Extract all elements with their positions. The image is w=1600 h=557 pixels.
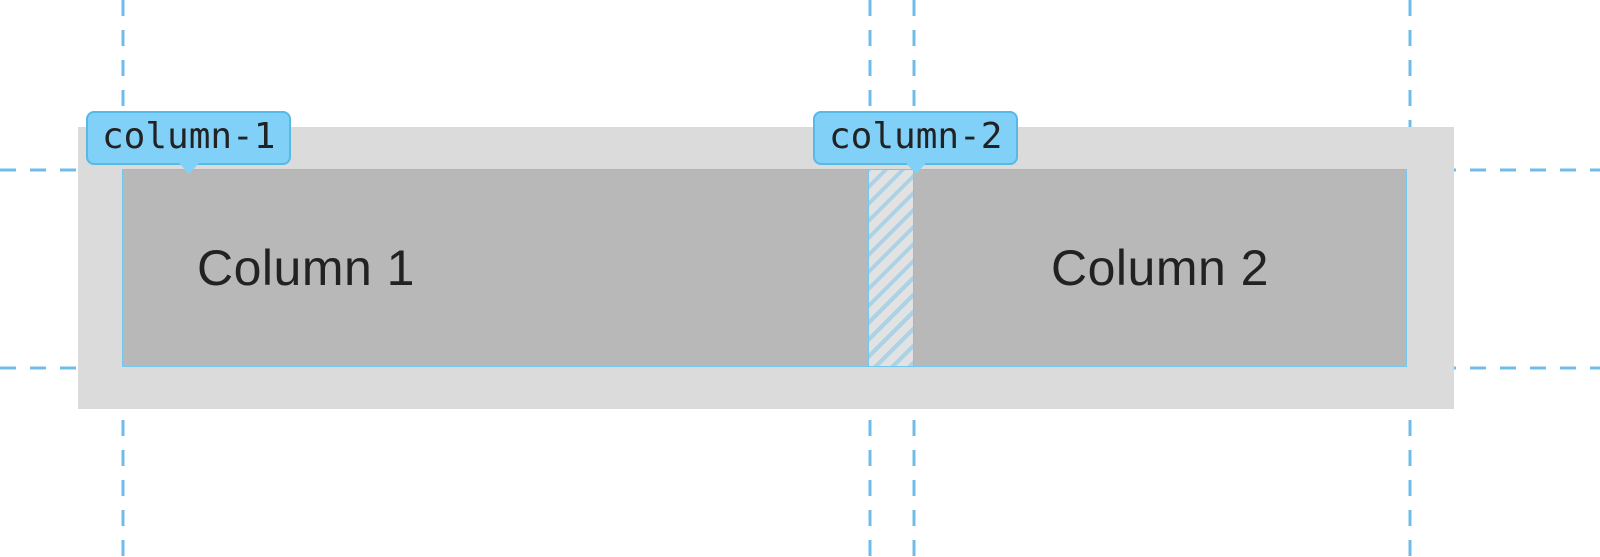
track-label-text: column-2	[829, 116, 1002, 157]
grid-tracks: column-1 column-2 Column 1 Column 2	[122, 169, 1410, 367]
grid-gap	[869, 169, 913, 367]
column-content-label: Column 2	[1051, 239, 1269, 297]
track-label-badge-2: column-2	[813, 111, 1018, 165]
grid-column-2: Column 2	[913, 169, 1407, 367]
column-content-label: Column 1	[197, 239, 415, 297]
track-label-text: column-1	[102, 116, 275, 157]
grid-column-1: Column 1	[122, 169, 869, 367]
track-label-badge-1: column-1	[86, 111, 291, 165]
grid-container: column-1 column-2 Column 1 Column 2	[78, 127, 1454, 409]
